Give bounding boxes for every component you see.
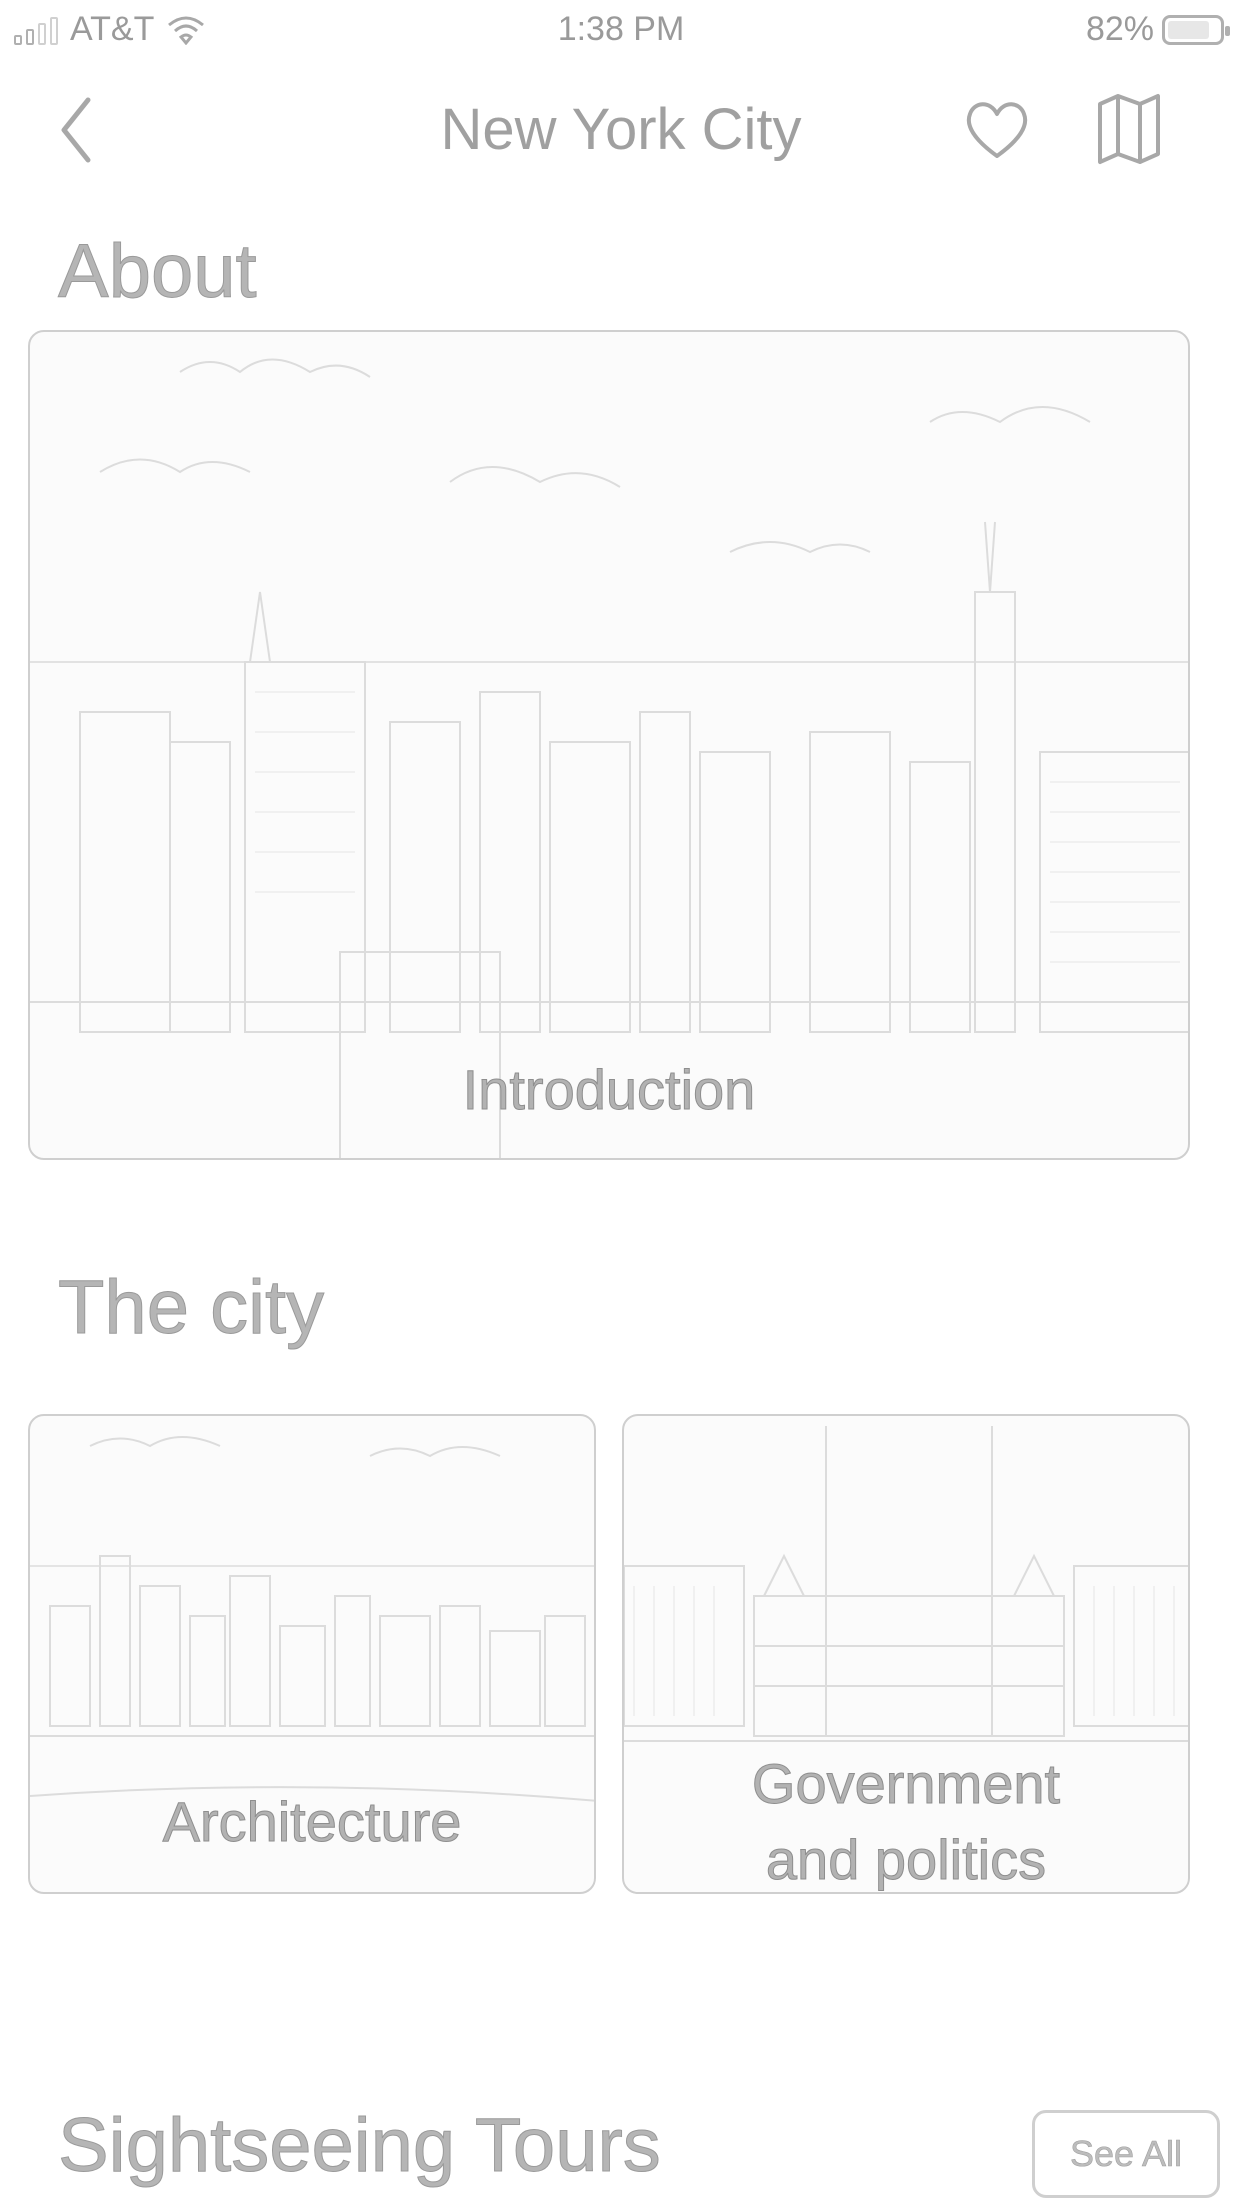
government-card-label-line2: and politics <box>765 1828 1047 1892</box>
status-bar: AT&T 1:38 PM 82% <box>0 0 1242 60</box>
status-time: 1:38 PM <box>557 10 685 48</box>
status-right: 82% <box>1085 10 1230 49</box>
section-title-tours: Sightseeing Tours <box>58 2103 662 2189</box>
government-card[interactable]: Government and politics <box>622 1414 1190 1894</box>
battery-percent: 82% <box>1085 10 1154 48</box>
section-title-city: The city <box>57 1265 325 1351</box>
map-icon[interactable] <box>1094 92 1164 166</box>
intro-card-label: Introduction <box>462 1058 756 1122</box>
heart-icon[interactable] <box>962 94 1032 164</box>
page-title: New York City <box>440 97 802 162</box>
section-title-about: About <box>58 229 258 315</box>
architecture-card-label: Architecture <box>162 1790 462 1854</box>
government-card-label-line1: Government <box>751 1752 1061 1816</box>
battery-fill <box>1168 20 1209 39</box>
architecture-card[interactable]: Architecture <box>28 1414 596 1894</box>
battery-icon <box>1162 14 1230 45</box>
skyline-image <box>30 358 1188 1158</box>
see-all-button[interactable]: See All <box>1032 2110 1220 2198</box>
intro-card[interactable]: Introduction <box>28 330 1190 1160</box>
nav-bar: New York City <box>0 70 1242 190</box>
